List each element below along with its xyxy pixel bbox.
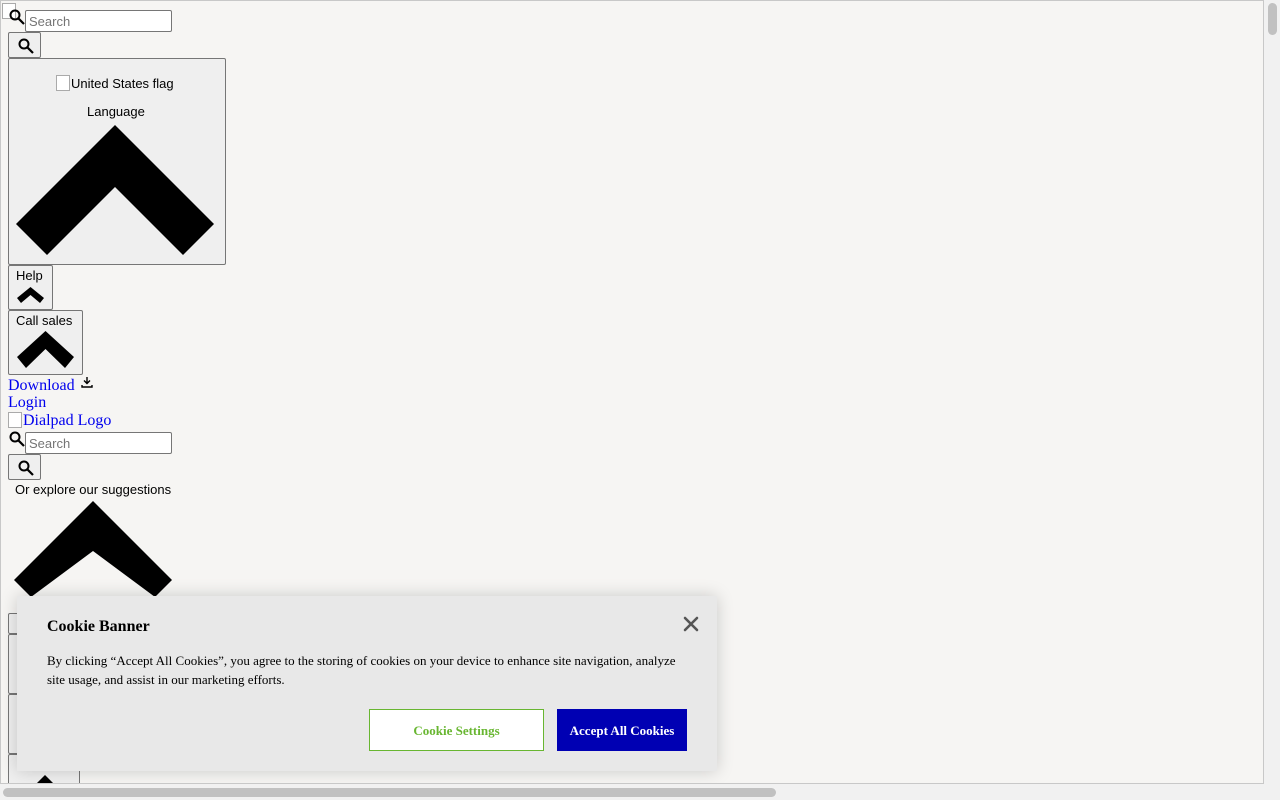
help-label: Help — [16, 268, 43, 283]
flag-image: United States flag — [56, 75, 174, 91]
horizontal-scroll-thumb[interactable] — [3, 788, 776, 797]
call-sales-label: Call sales — [16, 313, 73, 328]
chevron-up-icon — [16, 125, 214, 255]
top-search-button[interactable] — [8, 32, 41, 58]
cookie-settings-button[interactable]: Cookie Settings — [369, 709, 544, 751]
search-icon — [9, 431, 25, 452]
close-icon — [683, 616, 699, 632]
download-icon — [80, 377, 93, 388]
cookie-banner: Cookie Banner By clicking “Accept All Co… — [17, 596, 717, 771]
call-sales-button[interactable]: Call sales — [8, 310, 83, 375]
scrollbar-corner — [1264, 784, 1280, 800]
chevron-up-icon — [37, 775, 53, 783]
cookie-banner-text: By clicking “Accept All Cookies”, you ag… — [47, 653, 676, 687]
page-viewport: United States flag Language Help Call sa… — [0, 0, 1264, 784]
download-label: Download — [8, 377, 75, 394]
search-icon — [18, 460, 34, 476]
horizontal-scrollbar[interactable] — [0, 784, 1264, 800]
cookie-close-button[interactable] — [681, 614, 701, 634]
search-icon — [9, 9, 25, 30]
broken-image-icon — [8, 412, 22, 428]
dialpad-logo[interactable]: Dialpad Logo — [8, 412, 111, 430]
search-icon — [18, 38, 34, 54]
download-link[interactable]: Download — [8, 376, 93, 395]
vertical-scrollbar[interactable] — [1264, 0, 1280, 784]
vertical-scroll-thumb[interactable] — [1268, 3, 1277, 35]
suggestions-label: Or explore our suggestions — [15, 482, 172, 497]
logo-alt-text: Dialpad Logo — [23, 412, 112, 429]
help-button[interactable]: Help — [8, 265, 53, 310]
cookie-banner-title: Cookie Banner — [47, 618, 150, 635]
language-button[interactable]: United States flag Language — [8, 58, 226, 265]
chevron-up-icon — [17, 331, 74, 368]
login-link[interactable]: Login — [8, 394, 46, 412]
main-search-button[interactable] — [8, 454, 41, 480]
main-search-input[interactable] — [25, 432, 172, 454]
chevron-up-icon — [17, 287, 44, 303]
accept-all-cookies-button[interactable]: Accept All Cookies — [557, 709, 687, 751]
top-search-input[interactable] — [25, 10, 172, 32]
language-label: Language — [87, 104, 145, 119]
chevron-up-icon — [14, 501, 172, 597]
